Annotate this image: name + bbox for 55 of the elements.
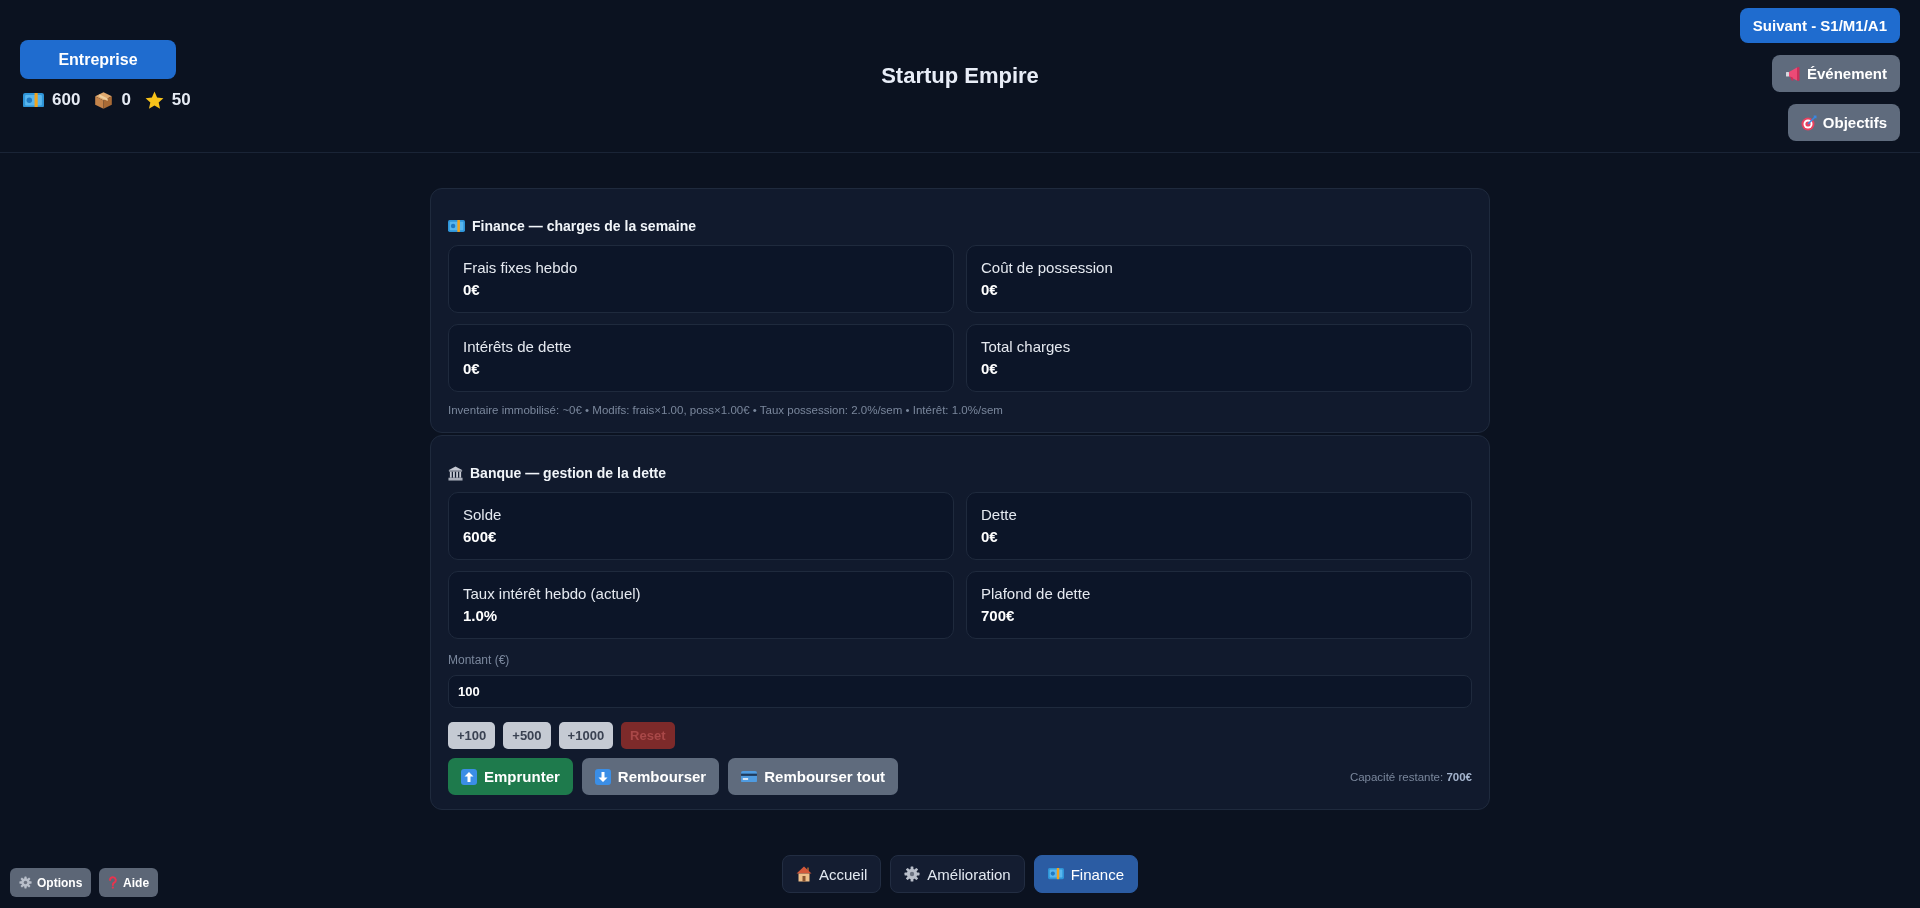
quick-amount-button[interactable]: +1000 bbox=[558, 722, 614, 749]
metric-label: Coût de possession bbox=[981, 258, 1113, 278]
metric-label: Dette bbox=[981, 505, 1017, 525]
next-turn-button[interactable]: Suivant - S1/M1/A1 bbox=[1739, 8, 1900, 43]
loan-action-button[interactable]: Emprunter bbox=[448, 758, 573, 795]
metric-value: 0€ bbox=[981, 359, 998, 379]
section-title: Finance — charges de la semaine bbox=[472, 218, 697, 234]
bank-icon bbox=[448, 465, 463, 481]
quick-amount-button[interactable]: +100 bbox=[448, 722, 496, 749]
metric-label: Frais fixes hebdo bbox=[463, 258, 578, 278]
nav-tab[interactable]: Amélioration bbox=[890, 855, 1025, 893]
metric-value: 0€ bbox=[981, 280, 998, 300]
metric-label: Solde bbox=[463, 505, 502, 525]
section-title: Banque — gestion de la dette bbox=[470, 465, 667, 481]
gear-icon bbox=[904, 866, 921, 882]
metric-value: 0€ bbox=[463, 359, 480, 379]
star-icon bbox=[144, 90, 164, 110]
banknote-icon bbox=[23, 92, 44, 108]
banknote-icon bbox=[1047, 868, 1064, 880]
nav-tab[interactable]: Accueil bbox=[781, 855, 882, 893]
stat-value: 600 bbox=[52, 89, 81, 111]
metric-value: 0€ bbox=[981, 527, 998, 547]
metric-label: Intérêts de dette bbox=[463, 337, 572, 357]
nav-tab[interactable]: Finance bbox=[1033, 855, 1139, 893]
metric-value: 0€ bbox=[463, 280, 480, 300]
header-button[interactable]: Objectifs bbox=[1787, 104, 1900, 141]
question-mark-icon bbox=[108, 876, 119, 889]
stat-value: 0 bbox=[121, 89, 131, 111]
loan-action-button[interactable]: Rembourser bbox=[581, 758, 720, 795]
package-icon bbox=[94, 90, 114, 110]
metric-value: 600€ bbox=[463, 527, 497, 547]
metric-label: Plafond de dette bbox=[981, 584, 1091, 604]
up-arrow-icon bbox=[461, 768, 477, 785]
metric-label: Total charges bbox=[981, 337, 1071, 357]
stat-value: 50 bbox=[171, 89, 191, 111]
finance-note: Inventaire immobilisé: ~0€ • Modifs: frais×1.00, poss×1.00€ • Taux possession: 2.0%/sem • Intérêt: 1.0%/sem bbox=[448, 403, 1003, 418]
metric-value: 1.0% bbox=[463, 606, 498, 626]
amount-input[interactable]: 100 bbox=[448, 675, 1472, 708]
credit-card-icon bbox=[741, 770, 758, 783]
house-icon bbox=[795, 866, 812, 882]
corner-button[interactable]: Aide bbox=[99, 868, 159, 897]
capacity-text: Capacité restante: 700€ bbox=[1349, 770, 1472, 783]
quick-amount-button[interactable]: +500 bbox=[503, 722, 551, 749]
corner-button[interactable]: Options bbox=[10, 868, 92, 897]
metric-value: 700€ bbox=[981, 606, 1015, 626]
gear-icon bbox=[19, 876, 32, 889]
header-button[interactable]: Événement bbox=[1771, 55, 1900, 92]
megaphone-icon bbox=[1784, 65, 1801, 82]
amount-label: Montant (€) bbox=[448, 652, 510, 668]
app-title: Startup Empire bbox=[881, 63, 1039, 89]
banknote-icon bbox=[448, 220, 465, 232]
loan-action-button[interactable]: Rembourser tout bbox=[728, 758, 899, 795]
target-icon bbox=[1800, 114, 1817, 131]
company-button[interactable]: Entreprise bbox=[20, 40, 176, 79]
metric-label: Taux intérêt hebdo (actuel) bbox=[463, 584, 641, 604]
